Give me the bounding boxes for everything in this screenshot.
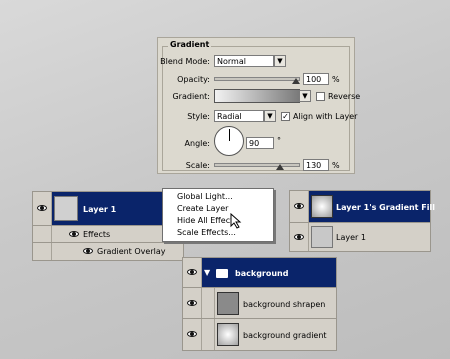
gradient-overlay-label: Gradient Overlay: [97, 247, 166, 256]
opacity-label: Opacity:: [177, 75, 210, 84]
layer-thumbnail: [311, 195, 333, 218]
blend-mode-label: Blend Mode:: [160, 57, 210, 66]
scale-label: Scale:: [185, 161, 210, 170]
opacity-input[interactable]: 100: [303, 73, 329, 85]
style-label: Style:: [187, 112, 210, 121]
eye-icon[interactable]: [37, 205, 47, 211]
blend-mode-select[interactable]: Normal: [214, 55, 274, 67]
eye-icon[interactable]: [187, 331, 197, 337]
menu-item-scale-effects[interactable]: Scale Effects...: [177, 228, 236, 237]
mouse-cursor-icon: [230, 213, 242, 229]
layer-thumbnail: [54, 196, 78, 221]
visibility-cell[interactable]: [290, 191, 309, 222]
visibility-cell-empty: [33, 226, 52, 242]
reverse-label: Reverse: [328, 92, 361, 101]
eye-icon[interactable]: [294, 234, 304, 240]
layer-name: background gradient: [243, 331, 327, 340]
gradient-dropdown-icon[interactable]: ▼: [299, 90, 311, 102]
gradient-overlay-eye-icon[interactable]: [83, 248, 93, 254]
visibility-cell[interactable]: [183, 258, 202, 287]
layer-group-background[interactable]: ▼ background: [183, 258, 336, 288]
style-dropdown-icon[interactable]: ▼: [264, 110, 276, 122]
folder-icon: [216, 269, 228, 278]
indent-cell: [202, 288, 215, 318]
menu-item-hide-all-effects[interactable]: Hide All Effects: [177, 216, 237, 225]
reverse-checkbox[interactable]: [316, 92, 325, 101]
blend-mode-dropdown-icon[interactable]: ▼: [274, 55, 286, 67]
visibility-cell[interactable]: [183, 319, 202, 350]
layer-name: Layer 1: [336, 233, 366, 242]
angle-label: Angle:: [184, 139, 210, 148]
group-name: background: [235, 269, 289, 278]
opacity-unit: %: [332, 75, 340, 84]
gradient-label: Gradient:: [172, 92, 210, 101]
align-with-layer-checkbox[interactable]: ✓: [281, 112, 290, 121]
layer-row-gradient-fill[interactable]: Layer 1's Gradient Fill: [290, 191, 435, 223]
layers-panel-right: Layer 1's Gradient Fill Layer 1: [289, 190, 435, 252]
effects-eye-icon[interactable]: [69, 231, 79, 237]
layer-row-layer-1[interactable]: Layer 1: [33, 192, 183, 226]
effects-row[interactable]: Effects: [33, 226, 183, 243]
expand-triangle-icon[interactable]: ▼: [204, 268, 210, 277]
indent-cell: [202, 319, 215, 350]
layers-panel-bottom: ▼ background background shrapen backgrou…: [182, 257, 337, 351]
layer-row-background-gradient[interactable]: background gradient: [183, 319, 336, 350]
menu-item-global-light[interactable]: Global Light...: [177, 192, 233, 201]
scale-slider-thumb[interactable]: [276, 164, 284, 170]
layer-row-background-shrapen[interactable]: background shrapen: [183, 288, 336, 319]
layer-name: background shrapen: [243, 300, 326, 309]
context-menu: Global Light... Create Layer Hide All Ef…: [162, 188, 274, 242]
eye-icon[interactable]: [294, 203, 304, 209]
visibility-cell[interactable]: [33, 192, 52, 225]
visibility-cell[interactable]: [290, 223, 309, 251]
scale-slider[interactable]: [214, 163, 300, 167]
layer-row-layer-1[interactable]: Layer 1: [290, 223, 430, 251]
panel-title: Gradient: [168, 40, 212, 49]
layer-name: Layer 1: [83, 205, 117, 214]
layer-thumbnail: [217, 323, 239, 346]
angle-dial[interactable]: [214, 126, 244, 156]
style-select[interactable]: Radial: [214, 110, 264, 122]
align-with-layer-label: Align with Layer: [293, 112, 358, 121]
eye-icon[interactable]: [187, 300, 197, 306]
opacity-slider-thumb[interactable]: [292, 78, 300, 84]
scale-unit: %: [332, 161, 340, 170]
gradient-swatch[interactable]: [214, 89, 300, 103]
visibility-cell-empty: [33, 243, 52, 260]
visibility-cell[interactable]: [183, 288, 202, 318]
layer-thumbnail: [311, 226, 333, 248]
angle-dial-needle: [229, 129, 230, 141]
eye-icon[interactable]: [187, 269, 197, 275]
gradient-options-panel: Gradient Blend Mode: Normal ▼ Opacity: 1…: [157, 37, 360, 174]
effect-row-gradient-overlay[interactable]: Gradient Overlay: [33, 243, 183, 260]
layer-thumbnail: [217, 292, 239, 315]
scale-input[interactable]: 130: [303, 159, 329, 171]
opacity-slider[interactable]: [214, 77, 300, 81]
layer-name: Layer 1's Gradient Fill: [336, 203, 435, 212]
menu-item-create-layer[interactable]: Create Layer: [177, 204, 228, 213]
angle-input[interactable]: 90: [246, 137, 274, 149]
angle-unit: °: [277, 136, 281, 145]
effects-label: Effects: [83, 230, 111, 239]
